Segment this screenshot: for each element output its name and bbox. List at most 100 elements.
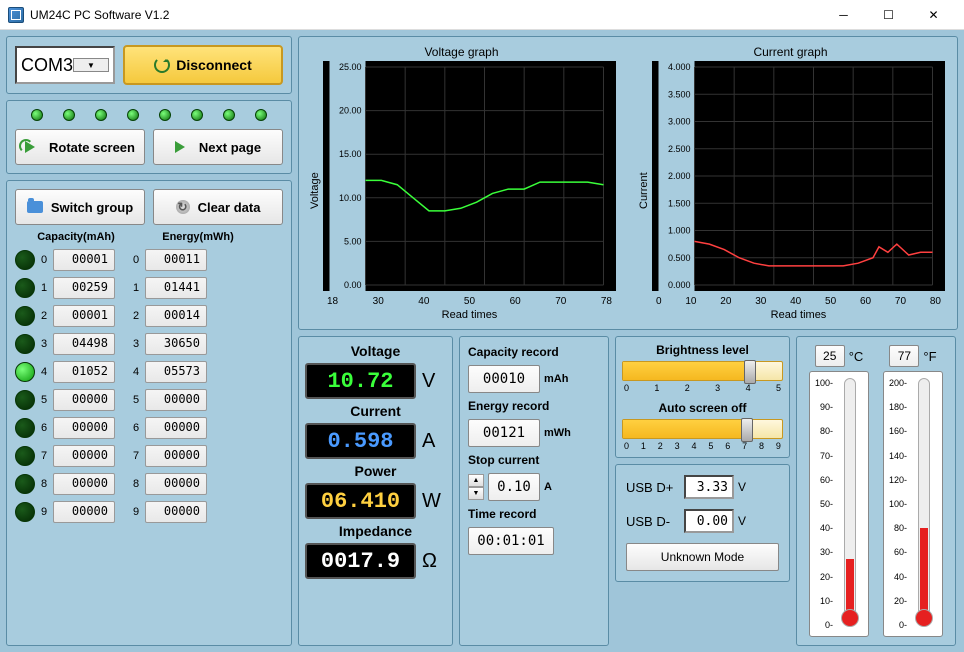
usb-dplus-value[interactable] [684,475,734,499]
group-led[interactable] [15,418,35,438]
thermometer-f: 200-180-160-140-120-100-80-60-40-20-0- [883,371,943,637]
capacity-header: Capacity(mAh) [15,231,137,243]
group-index: 5 [131,394,141,406]
disconnect-button[interactable]: Disconnect [123,45,283,85]
voltage-graph: Voltage graph Voltage 25.0020.0015.0010.… [303,41,624,325]
capacity-record-value: 00010 [468,365,540,393]
svg-text:25.00: 25.00 [339,62,362,72]
svg-text:15.00: 15.00 [339,149,362,159]
group-led[interactable] [15,334,35,354]
svg-text:0.000: 0.000 [668,280,691,290]
arrow-right-icon [175,141,191,153]
group-capacity-value[interactable]: 04498 [53,333,115,355]
group-capacity-value[interactable]: 00000 [53,445,115,467]
current-graph: Current graph Current 4.0003.5003.0002.5… [632,41,953,325]
status-led [31,109,43,121]
impedance-lcd: 0017.9 [305,543,416,579]
brightness-slider[interactable] [622,361,783,381]
group-index: 3 [131,338,141,350]
group-energy-value[interactable]: 00000 [145,417,207,439]
group-led[interactable] [15,474,35,494]
refresh-icon [154,57,170,73]
group-led[interactable] [15,502,35,522]
group-index: 0 [39,254,49,266]
group-index: 2 [131,310,141,322]
rotate-icon [25,141,41,153]
close-button[interactable]: ✕ [911,1,956,29]
group-energy-value[interactable]: 00000 [145,389,207,411]
power-lcd: 06.410 [305,483,416,519]
group-capacity-value[interactable]: 00000 [53,473,115,495]
switch-group-button[interactable]: Switch group [15,189,145,225]
group-capacity-value[interactable]: 00000 [53,389,115,411]
group-capacity-value[interactable]: 00000 [53,417,115,439]
chevron-down-icon: ▼ [73,58,109,72]
svg-text:3.000: 3.000 [668,117,691,127]
group-index: 2 [39,310,49,322]
svg-text:0.00: 0.00 [344,280,362,290]
group-index: 9 [39,506,49,518]
status-led [191,109,203,121]
group-index: 5 [39,394,49,406]
voltage-plot: 25.0020.0015.0010.005.000.00 [323,61,616,291]
group-led[interactable] [15,446,35,466]
group-energy-value[interactable]: 05573 [145,361,207,383]
group-index: 6 [131,422,141,434]
group-led[interactable] [15,362,35,382]
rotate-screen-button[interactable]: Rotate screen [15,129,145,165]
group-index: 9 [131,506,141,518]
group-capacity-value[interactable]: 00000 [53,501,115,523]
group-index: 7 [39,450,49,462]
group-energy-value[interactable]: 00000 [145,445,207,467]
com-port-select[interactable]: COM3 ▼ [15,46,115,84]
usb-panel: USB D+V USB D-V Unknown Mode [615,464,790,582]
group-led[interactable] [15,306,35,326]
group-energy-value[interactable]: 30650 [145,333,207,355]
svg-text:0.500: 0.500 [668,253,691,263]
next-page-button[interactable]: Next page [153,129,283,165]
group-led[interactable] [15,278,35,298]
group-energy-value[interactable]: 01441 [145,277,207,299]
svg-text:1.500: 1.500 [668,198,691,208]
group-energy-value[interactable]: 00011 [145,249,207,271]
group-index: 3 [39,338,49,350]
temp-c-button[interactable]: 25 [815,345,845,367]
time-record-value: 00:01:01 [468,527,554,555]
svg-text:4.000: 4.000 [668,62,691,72]
group-index: 1 [131,282,141,294]
svg-text:5.00: 5.00 [344,236,362,246]
group-led[interactable] [15,250,35,270]
svg-text:20.00: 20.00 [339,106,362,116]
usb-dminus-value[interactable] [684,509,734,533]
svg-text:1.000: 1.000 [668,226,691,236]
status-led [255,109,267,121]
usb-mode-button[interactable]: Unknown Mode [626,543,779,571]
maximize-button[interactable]: ☐ [866,1,911,29]
screenoff-slider[interactable] [622,419,783,439]
minimize-button[interactable]: ─ [821,1,866,29]
group-energy-value[interactable]: 00014 [145,305,207,327]
group-capacity-value[interactable]: 01052 [53,361,115,383]
group-energy-value[interactable]: 00000 [145,501,207,523]
svg-text:2.500: 2.500 [668,144,691,154]
group-energy-value[interactable]: 00000 [145,473,207,495]
group-capacity-value[interactable]: 00001 [53,249,115,271]
temp-f-button[interactable]: 77 [889,345,919,367]
clear-data-button[interactable]: Clear data [153,189,283,225]
group-index: 0 [131,254,141,266]
group-capacity-value[interactable]: 00001 [53,305,115,327]
group-index: 6 [39,422,49,434]
stop-current-up[interactable]: ▲ [468,474,484,487]
stop-current-value[interactable]: 0.10 [488,473,540,501]
stop-current-down[interactable]: ▼ [468,487,484,500]
group-index: 8 [39,478,49,490]
group-led[interactable] [15,390,35,410]
energy-record-value: 00121 [468,419,540,447]
status-led-row [15,105,283,129]
window-titlebar: UM24C PC Software V1.2 ─ ☐ ✕ [0,0,964,30]
group-capacity-value[interactable]: 00259 [53,277,115,299]
group-index: 8 [131,478,141,490]
energy-header: Energy(mWh) [137,231,259,243]
group-index: 7 [131,450,141,462]
status-led [63,109,75,121]
